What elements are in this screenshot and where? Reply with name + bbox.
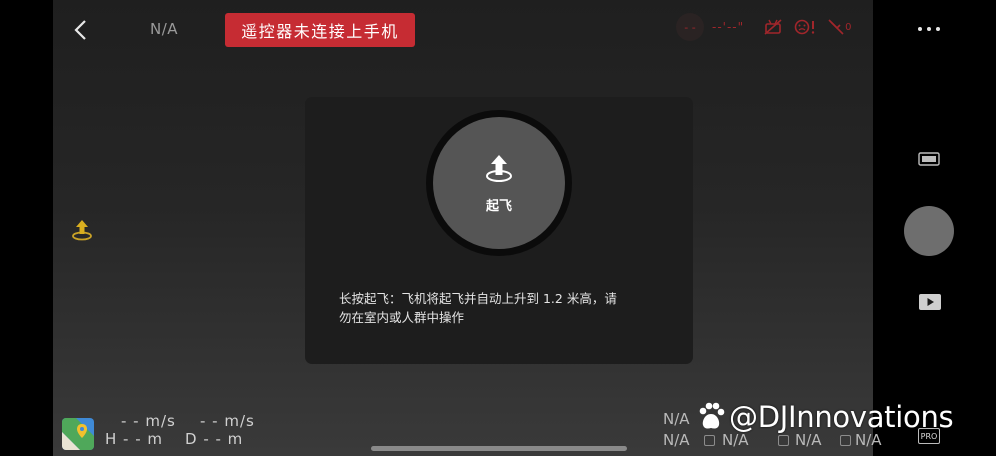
watermark: @DJInnovations bbox=[697, 400, 954, 434]
takeoff-shortcut-button[interactable] bbox=[70, 218, 94, 242]
ev-icon bbox=[840, 435, 851, 446]
mini-map[interactable] bbox=[62, 418, 94, 450]
aircraft-warning-icon bbox=[794, 19, 818, 35]
distance-readout: D - - m bbox=[185, 430, 244, 448]
camera-param-shutter: N/A bbox=[663, 431, 690, 449]
height-readout: H - - m bbox=[105, 430, 164, 448]
vertical-speed: - - m/s bbox=[200, 412, 255, 430]
takeoff-button-ring: 起飞 bbox=[426, 110, 572, 256]
gps-status-text: --'--" bbox=[712, 20, 745, 34]
takeoff-instructions: 长按起飞：飞机将起飞并自动上升到 1.2 米高，请 勿在室内或人群中操作 bbox=[339, 289, 669, 327]
signal-indicator: - - bbox=[676, 13, 704, 41]
battery-warning-icon: 0 bbox=[828, 19, 852, 35]
camera-switch-button[interactable] bbox=[918, 151, 940, 167]
map-icon bbox=[62, 418, 94, 450]
playback-icon bbox=[919, 294, 941, 310]
more-dot-icon bbox=[918, 27, 922, 31]
more-dot-icon bbox=[936, 27, 940, 31]
paw-logo-icon bbox=[699, 402, 725, 429]
takeoff-instructions-line2: 勿在室内或人群中操作 bbox=[339, 310, 465, 325]
home-indicator[interactable] bbox=[371, 446, 627, 451]
flight-mode-status: N/A bbox=[150, 20, 179, 38]
playback-button[interactable] bbox=[918, 293, 942, 311]
more-dot-icon bbox=[927, 27, 931, 31]
takeoff-label: 起飞 bbox=[485, 198, 512, 214]
back-button[interactable] bbox=[66, 16, 94, 44]
rc-disconnected-banner: 遥控器未连接上手机 bbox=[225, 13, 415, 47]
status-indicators: - - --'--" 0 bbox=[676, 12, 852, 42]
chevron-left-icon bbox=[74, 20, 86, 40]
storage-icon bbox=[704, 435, 715, 446]
camera-param-iso: N/A bbox=[663, 410, 690, 428]
more-menu-button[interactable] bbox=[918, 22, 940, 36]
takeoff-icon bbox=[486, 154, 512, 182]
takeoff-instructions-line1: 长按起飞：飞机将起飞并自动上升到 1.2 米高，请 bbox=[339, 291, 617, 306]
watermark-text: @DJInnovations bbox=[729, 400, 954, 434]
battery-warning-count: 0 bbox=[845, 21, 852, 33]
takeoff-dialog: 起飞 长按起飞：飞机将起飞并自动上升到 1.2 米高，请 勿在室内或人群中操作 bbox=[305, 97, 693, 364]
camera-mode-icon bbox=[918, 152, 940, 166]
rc-signal-icon bbox=[764, 19, 782, 35]
takeoff-button[interactable]: 起飞 bbox=[433, 117, 565, 249]
flight-screen: N/A 遥控器未连接上手机 - - --'--" 0 起飞 长按起飞：飞机将起飞… bbox=[0, 0, 996, 456]
shutter-button[interactable] bbox=[904, 206, 954, 256]
resolution-icon bbox=[778, 435, 789, 446]
takeoff-icon bbox=[72, 220, 92, 241]
horizontal-speed: - - m/s bbox=[121, 412, 176, 430]
